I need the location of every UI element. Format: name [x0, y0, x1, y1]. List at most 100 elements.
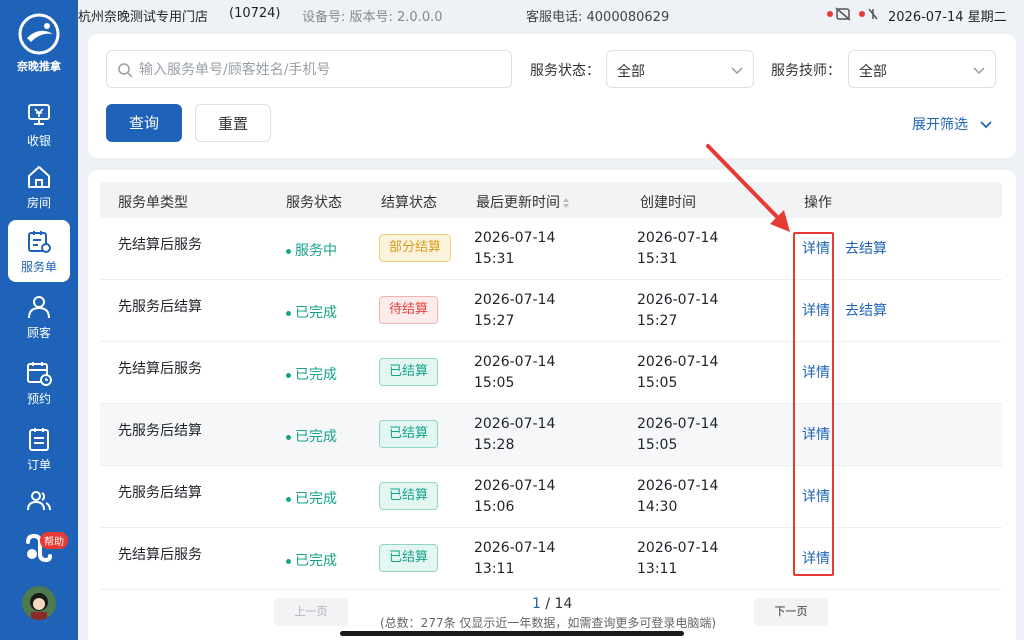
- nav-item-order[interactable]: 订单: [8, 418, 70, 480]
- next-page-button[interactable]: 下一页: [754, 598, 828, 626]
- created-date: 2026-07-14: [637, 416, 719, 432]
- updated-date: 2026-07-14: [474, 478, 556, 494]
- created-date: 2026-07-14: [637, 292, 719, 308]
- tech-select[interactable]: 全部: [848, 50, 996, 88]
- sidebar: 奈晚推拿 收银 房间 服务单 顾客 预约 订单 帮助: [0, 0, 78, 640]
- settle-status-badge: 已结算: [379, 358, 439, 386]
- created-date: 2026-07-14: [637, 478, 719, 494]
- status-dot: [286, 310, 291, 316]
- highlight-box: [793, 232, 834, 576]
- cell-service-status: 已完成: [286, 302, 337, 322]
- updated-date: 2026-07-14: [474, 230, 556, 246]
- annotation-arrow-icon: [706, 144, 790, 232]
- nav-item-booking[interactable]: 预约: [8, 352, 70, 414]
- pagination-note: (总数：277条 仅显示近一年数据，如需查询更多可登录电脑端): [380, 616, 717, 630]
- nav-item-cashier[interactable]: 收银: [8, 94, 70, 156]
- updated-date: 2026-07-14: [474, 354, 556, 370]
- table-row: 先结算后服务 已完成 已结算 2026-07-14 13:11 2026-07-14 13:…: [100, 528, 1002, 590]
- tech-select-value: 全部: [859, 64, 887, 80]
- cell-service-status: 已完成: [286, 426, 337, 446]
- col-header-status: 服务状态: [286, 195, 342, 211]
- table-row: 先结算后服务 服务中 部分结算 2026-07-14 15:31 2026-07-14 15…: [100, 218, 1002, 280]
- total-pages: / 14: [545, 596, 573, 612]
- calendar-icon: [27, 362, 52, 386]
- status-dot: [286, 558, 291, 564]
- updated-time: 15:05: [474, 375, 515, 391]
- brand: 奈晚推拿: [0, 0, 78, 88]
- settle-link[interactable]: 去结算: [845, 300, 887, 320]
- cell-created: 2026-07-14 15:05: [637, 414, 718, 456]
- cell-created: 2026-07-14 15:05: [637, 352, 718, 394]
- nav-item-customer[interactable]: 顾客: [8, 286, 70, 348]
- col-header-updated[interactable]: 最后更新时间: [476, 192, 570, 212]
- prev-page-button[interactable]: 上一页: [274, 598, 348, 626]
- nav-label-order: 订单: [26, 458, 51, 472]
- col-header-actions: 操作: [804, 195, 832, 211]
- cell-service-status: 已完成: [286, 550, 337, 570]
- brand-logo-icon: [18, 13, 60, 55]
- updated-time: 15:06: [474, 499, 515, 515]
- chevron-down-icon: [973, 67, 985, 75]
- status-filter-label: 服务状态：: [530, 63, 600, 79]
- system-status-icons: [827, 7, 878, 21]
- filter-panel: 服务状态： 全部 服务技师： 全部 查询 重置 展开筛选: [88, 34, 1016, 158]
- cell-service-status: 服务中: [286, 240, 337, 260]
- updated-time: 15:31: [474, 251, 515, 267]
- store-name: 杭州奈晚测试专用门店: [78, 10, 209, 25]
- cell-updated: 2026-07-14 13:11: [474, 538, 555, 580]
- updated-date: 2026-07-14: [474, 416, 556, 432]
- settle-link[interactable]: 去结算: [845, 238, 887, 258]
- status-text: 已完成: [295, 305, 337, 321]
- cell-service-status: 已完成: [286, 488, 337, 508]
- chevron-down-icon: [731, 67, 743, 75]
- created-time: 14:30: [637, 499, 678, 515]
- nav-label-room: 房间: [26, 196, 51, 210]
- settle-status-badge: 部分结算: [379, 234, 452, 262]
- col-header-settle: 结算状态: [381, 195, 437, 211]
- created-time: 15:31: [637, 251, 678, 267]
- nav-label-customer: 顾客: [26, 326, 51, 340]
- col-header-created: 创建时间: [640, 195, 696, 211]
- expand-filter-toggle[interactable]: 展开筛选: [912, 114, 992, 134]
- reset-button[interactable]: 重置: [195, 104, 271, 142]
- table-row: 先服务后结算 已完成 待结算 2026-07-14 15:27 2026-07-14 15:…: [100, 280, 1002, 342]
- nav-item-staff[interactable]: [8, 480, 70, 516]
- avatar[interactable]: [22, 586, 56, 620]
- status-dot: [286, 434, 291, 440]
- settle-status-badge: 待结算: [379, 296, 439, 324]
- home-indicator[interactable]: [340, 631, 684, 636]
- cell-created: 2026-07-14 14:30: [637, 476, 718, 518]
- created-time: 15:05: [637, 437, 678, 453]
- chevron-down-icon: [980, 121, 992, 129]
- created-date: 2026-07-14: [637, 354, 719, 370]
- cell-updated: 2026-07-14 15:28: [474, 414, 555, 456]
- store-id: (10724): [229, 6, 281, 21]
- device-info: 设备号: 版本号: 2.0.0.0: [302, 10, 443, 25]
- updated-time: 15:28: [474, 437, 515, 453]
- status-dot: [286, 372, 291, 378]
- search-input[interactable]: [139, 59, 499, 81]
- cell-created: 2026-07-14 15:27: [637, 290, 718, 332]
- settle-status-badge: 已结算: [379, 420, 439, 448]
- expand-filter-label: 展开筛选: [912, 117, 968, 133]
- cell-updated: 2026-07-14 15:06: [474, 476, 555, 518]
- nav-label-cashier: 收银: [26, 134, 51, 148]
- status-bar: 杭州奈晚测试专用门店 (10724) 设备号: 版本号: 2.0.0.0 客服电…: [78, 0, 1024, 28]
- datetime: 2026-07-14 星期二: [888, 10, 1007, 25]
- cell-type: 先服务后结算: [118, 423, 202, 439]
- service-order-table: 服务单类型 服务状态 结算状态 最后更新时间 创建时间 操作 先结算后服务 服务中…: [88, 170, 1016, 640]
- cell-service-status: 已完成: [286, 364, 337, 384]
- table-row: 先服务后结算 已完成 已结算 2026-07-14 15:06 2026-07-14 14:…: [100, 466, 1002, 528]
- updated-time: 15:27: [474, 313, 515, 329]
- status-select[interactable]: 全部: [606, 50, 754, 88]
- cell-created: 2026-07-14 13:11: [637, 538, 718, 580]
- nav-label-booking: 预约: [26, 392, 51, 406]
- search-box[interactable]: [106, 50, 512, 88]
- help-badge[interactable]: 帮助: [40, 532, 68, 549]
- nav-item-service-order[interactable]: 服务单: [8, 220, 70, 282]
- query-button[interactable]: 查询: [106, 104, 182, 142]
- sort-icon: [563, 198, 569, 208]
- order-icon: [29, 428, 49, 451]
- nav-item-room[interactable]: 房间: [8, 156, 70, 218]
- page-indicator: 1 / 14: [532, 596, 572, 612]
